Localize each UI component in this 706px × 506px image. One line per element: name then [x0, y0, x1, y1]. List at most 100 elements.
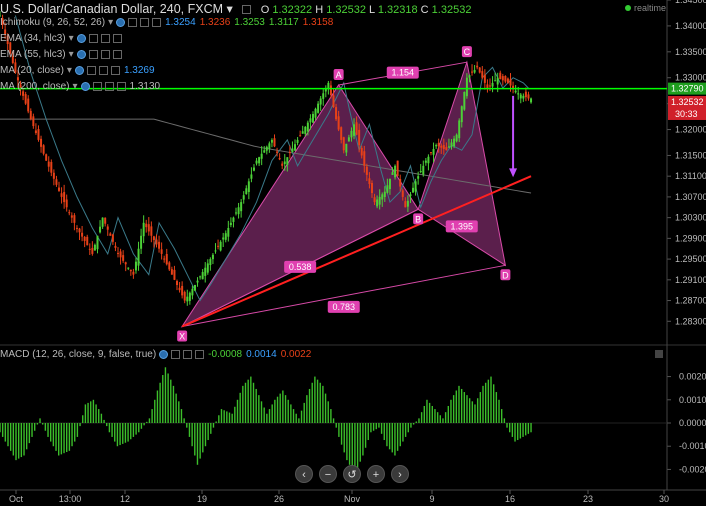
indicator-value: 1.3254	[165, 17, 196, 28]
candle-body	[463, 91, 466, 110]
eye-icon[interactable]	[76, 49, 86, 59]
eye-icon[interactable]	[116, 17, 126, 27]
nav-back-button[interactable]: ‹	[295, 465, 313, 483]
candle-body	[132, 271, 135, 275]
candle-body	[37, 129, 40, 140]
candle-body	[301, 131, 304, 134]
candle-body	[499, 72, 502, 80]
x-tick-label: 26	[274, 494, 284, 504]
indicator-label[interactable]: MA (200, close)	[0, 81, 69, 92]
indicator-label[interactable]: EMA (34, hlc3)	[0, 33, 66, 44]
chevron-down-icon[interactable]: ▾	[69, 33, 74, 44]
indicator-row[interactable]: MA (20, close) ▾ 1.3269	[0, 65, 155, 76]
settings-icon[interactable]	[86, 65, 96, 75]
eye-icon[interactable]	[159, 349, 169, 359]
more-icon[interactable]	[195, 349, 205, 359]
close-icon[interactable]	[140, 17, 150, 27]
candle-body	[40, 138, 43, 147]
candle-body	[96, 235, 99, 250]
eye-icon[interactable]	[80, 81, 90, 91]
close-icon[interactable]	[100, 49, 110, 59]
candle-body	[363, 151, 366, 166]
close-icon[interactable]	[104, 81, 114, 91]
chevron-down-icon[interactable]: ▾	[72, 81, 77, 92]
candle-body	[440, 145, 443, 148]
more-icon[interactable]	[112, 49, 122, 59]
candle-body	[337, 116, 340, 130]
pattern-point-label: A	[336, 70, 342, 80]
macd-tick-label: -0.0020	[679, 464, 706, 474]
candle-body	[45, 154, 48, 161]
candle-body	[394, 165, 397, 178]
chevron-down-icon[interactable]: ▾	[227, 2, 233, 16]
close-icon[interactable]	[183, 349, 193, 359]
settings-icon[interactable]	[92, 81, 102, 91]
candle-body	[60, 193, 63, 197]
settings-icon[interactable]	[242, 5, 252, 15]
candle-body	[370, 183, 373, 194]
hline-price-label: 1.32790	[671, 84, 704, 94]
indicator-row[interactable]: EMA (55, hlc3) ▾	[0, 49, 122, 60]
candle-body	[288, 152, 291, 154]
indicator-row[interactable]: MA (200, close) ▾ 1.3130	[0, 81, 160, 92]
close-icon[interactable]	[98, 65, 108, 75]
indicator-label[interactable]: EMA (55, hlc3)	[0, 49, 66, 60]
nav-forward-button[interactable]: ›	[391, 465, 409, 483]
settings-icon[interactable]	[88, 49, 98, 59]
x-tick-label: Oct	[9, 494, 24, 504]
indicator-row[interactable]: EMA (34, hlc3) ▾	[0, 33, 122, 44]
candle-body	[65, 199, 68, 208]
pattern-bcd	[417, 60, 507, 267]
price-tick-label: 1.29500	[675, 254, 706, 264]
more-icon[interactable]	[152, 17, 162, 27]
candle-body	[450, 142, 453, 147]
candle-body	[314, 108, 317, 118]
candle-body	[286, 157, 289, 165]
macd-label[interactable]: MACD (12, 26, close, 9, false, true)	[0, 349, 156, 360]
more-icon[interactable]	[110, 65, 120, 75]
candle-body	[509, 79, 512, 86]
chevron-down-icon[interactable]: ▾	[69, 49, 74, 60]
candle-body	[409, 194, 412, 197]
candle-body	[414, 181, 417, 192]
candle-body	[158, 241, 161, 249]
reset-button[interactable]: ↺	[343, 465, 361, 483]
candle-body	[404, 201, 407, 208]
zoom-in-button[interactable]: +	[367, 465, 385, 483]
candle-body	[294, 144, 297, 151]
price-tick-label: 1.28300	[675, 316, 706, 326]
more-icon[interactable]	[116, 81, 126, 91]
eye-icon[interactable]	[74, 65, 84, 75]
candle-body	[178, 287, 181, 291]
indicator-label[interactable]: MA (20, close)	[0, 65, 64, 76]
ohlc-o-label: O	[260, 4, 270, 16]
ohlc-h-value: 1.32532	[326, 4, 366, 16]
ohlc-h-label: H	[315, 4, 324, 16]
zoom-out-button[interactable]: −	[319, 465, 337, 483]
candle-body	[273, 138, 276, 147]
chevron-down-icon[interactable]: ▾	[108, 17, 113, 28]
candle-body	[468, 75, 471, 78]
candle-body	[204, 267, 207, 276]
settings-icon[interactable]	[88, 33, 98, 43]
candle-body	[335, 107, 338, 120]
symbol-title[interactable]: U.S. Dollar/Canadian Dollar, 240, FXCM	[0, 2, 223, 16]
candle-body	[491, 82, 494, 87]
more-icon[interactable]	[112, 33, 122, 43]
settings-icon[interactable]	[171, 349, 181, 359]
chevron-down-icon[interactable]: ▾	[67, 65, 72, 76]
settings-icon[interactable]	[128, 17, 138, 27]
candle-body	[417, 176, 420, 179]
indicator-row[interactable]: Ichimoku (9, 26, 52, 26) ▾ 1.3254 1.3236 1.3…	[0, 17, 333, 28]
indicator-value: 1.3269	[123, 65, 155, 76]
candle-body	[265, 146, 268, 151]
candle-body	[155, 239, 158, 245]
eye-icon[interactable]	[76, 33, 86, 43]
candle-body	[176, 280, 179, 285]
candle-body	[340, 127, 343, 140]
close-icon[interactable]	[100, 33, 110, 43]
macd-value: 0.0014	[246, 349, 277, 360]
candle-body	[481, 71, 484, 78]
indicator-label[interactable]: Ichimoku (9, 26, 52, 26)	[0, 17, 105, 28]
candle-body	[32, 116, 35, 127]
